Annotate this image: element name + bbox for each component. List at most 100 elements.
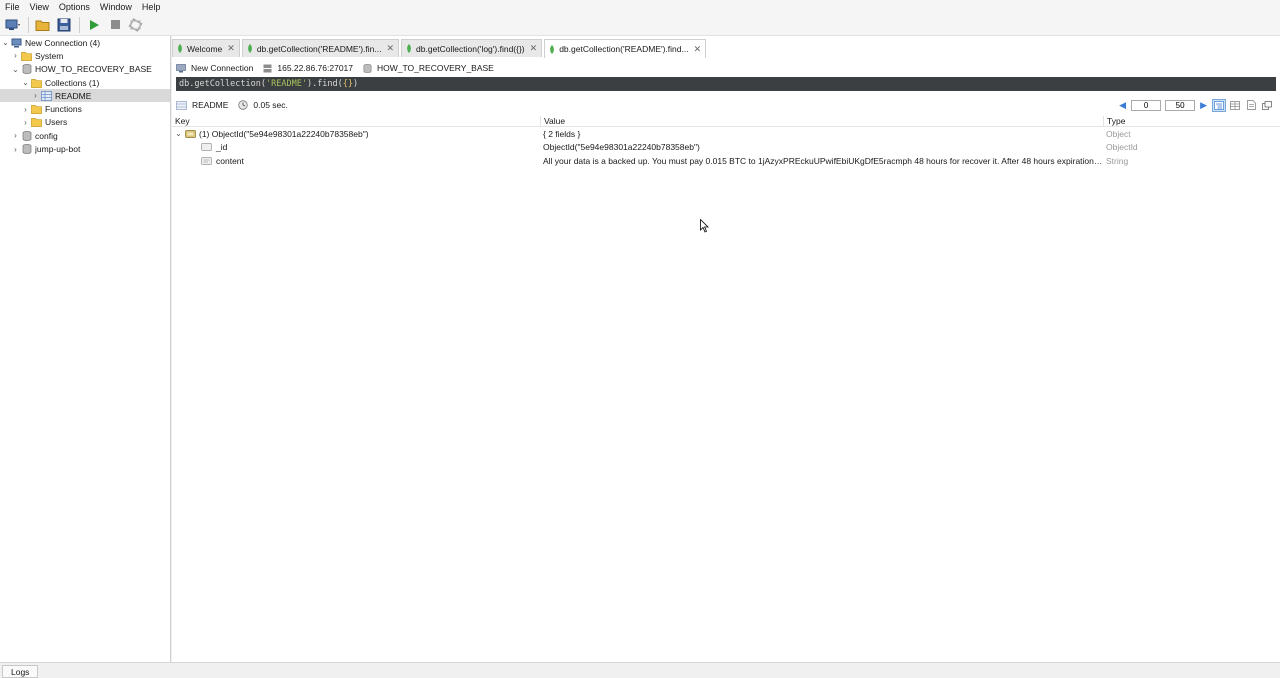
row-value: { 2 fields } — [543, 128, 581, 139]
expand-view-button[interactable] — [1260, 99, 1274, 112]
logs-tab[interactable]: Logs — [2, 665, 39, 678]
stop-icon — [110, 20, 120, 29]
collection-icon — [176, 100, 187, 110]
table-row[interactable]: _id ObjectId("5e94e98301a22240b78358eb")… — [172, 141, 1280, 155]
row-type: ObjectId — [1106, 142, 1138, 153]
stop-button[interactable] — [105, 15, 125, 35]
tree-item-collections[interactable]: ⌄ Collections (1) — [0, 76, 170, 89]
tab-welcome[interactable]: Welcome ✕ — [172, 39, 240, 57]
tab-readme-query-1[interactable]: db.getCollection('README').fin... ✕ — [241, 39, 400, 57]
clock-icon — [238, 100, 249, 110]
tree-item-label: jump-up-bot — [35, 144, 81, 155]
field-icon — [201, 143, 212, 152]
rotate-button[interactable] — [126, 15, 146, 35]
connection-tree: ⌄ New Connection (4) › System ⌄ HOW_TO_R… — [0, 36, 171, 662]
windows-icon — [1262, 100, 1272, 110]
toolbar-separator — [79, 16, 80, 33]
tree-item-new-connection[interactable]: ⌄ New Connection (4) — [0, 36, 170, 49]
leaf-icon — [550, 44, 555, 54]
close-icon[interactable]: ✕ — [694, 44, 702, 55]
connect-icon — [5, 19, 20, 30]
menu-help[interactable]: Help — [137, 2, 166, 12]
tree-item-label: README — [55, 90, 92, 101]
tree-item-jump-up-bot[interactable]: › jump-up-bot — [0, 142, 170, 155]
chevron-right-icon[interactable]: › — [21, 118, 30, 127]
tab-label: db.getCollection('README').find... — [559, 44, 689, 54]
chevron-right-icon[interactable]: › — [11, 131, 20, 140]
tree-item-label: HOW_TO_RECOVERY_BASE — [35, 64, 152, 75]
close-icon[interactable]: ✕ — [530, 43, 538, 54]
column-value[interactable]: Value — [541, 116, 1104, 126]
status-bar: Logs — [0, 662, 1280, 678]
text-view-button[interactable] — [1244, 99, 1258, 112]
menu-file[interactable]: File — [0, 2, 25, 12]
tree-view-button[interactable] — [1212, 98, 1226, 112]
tree-item-system[interactable]: › System — [0, 49, 170, 62]
row-value: ObjectId("5e94e98301a22240b78358eb") — [543, 142, 700, 153]
leaf-icon — [178, 44, 182, 53]
rotate-icon — [128, 17, 143, 32]
page-size-input[interactable] — [1165, 99, 1196, 111]
next-page-icon[interactable]: ▶ — [1200, 100, 1207, 111]
column-type[interactable]: Type — [1104, 116, 1280, 126]
column-key[interactable]: Key — [172, 116, 541, 126]
pagination: ◀ ▶ — [1116, 98, 1274, 112]
chevron-down-icon[interactable]: ⌄ — [21, 78, 30, 87]
page-from-input[interactable] — [1131, 99, 1162, 111]
chevron-down-icon[interactable]: ⌄ — [174, 129, 183, 138]
query-editor[interactable]: db.getCollection('README').find({}) — [176, 77, 1276, 91]
folder-icon — [21, 52, 32, 61]
connection-info-bar: New Connection 165.22.86.76:27017 HOW_TO… — [172, 61, 1280, 75]
prev-page-icon[interactable]: ◀ — [1119, 100, 1126, 111]
server-icon — [263, 64, 272, 72]
tab-label: db.getCollection('log').find({}) — [416, 43, 525, 54]
chevron-right-icon[interactable]: › — [11, 145, 20, 154]
tab-log-query[interactable]: db.getCollection('log').find({}) ✕ — [401, 39, 543, 57]
chevron-down-icon[interactable]: ⌄ — [1, 38, 10, 47]
tree-item-how-to-recovery-base[interactable]: ⌄ HOW_TO_RECOVERY_BASE — [0, 63, 170, 76]
row-type: Object — [1106, 128, 1131, 139]
open-button[interactable] — [33, 15, 53, 35]
tab-label: Welcome — [187, 43, 223, 54]
tree-item-readme[interactable]: › README — [0, 89, 170, 103]
database-icon — [22, 130, 31, 141]
connection-database: HOW_TO_RECOVERY_BASE — [363, 63, 494, 73]
row-key: _id — [216, 142, 228, 153]
tab-readme-query-2[interactable]: db.getCollection('README').find... ✕ — [544, 39, 707, 58]
table-row[interactable]: content All your data is a backed up. Yo… — [172, 154, 1280, 168]
save-button[interactable] — [54, 15, 74, 35]
text-view-icon — [1246, 100, 1256, 110]
menu-window[interactable]: Window — [95, 2, 137, 12]
tree-item-functions[interactable]: › Functions — [0, 102, 170, 115]
connect-button[interactable] — [3, 15, 23, 35]
connection-host: 165.22.86.76:27017 — [263, 63, 353, 73]
menu-options[interactable]: Options — [54, 2, 95, 12]
toolbar — [0, 14, 1280, 36]
table-view-button[interactable] — [1228, 99, 1242, 112]
result-time: 0.05 sec. — [238, 100, 288, 110]
close-icon[interactable]: ✕ — [386, 43, 394, 54]
tree-view-icon — [1214, 100, 1224, 110]
row-key: content — [216, 155, 244, 166]
database-icon — [22, 144, 31, 154]
grid-header: Key Value Type — [172, 116, 1280, 127]
save-icon — [57, 18, 71, 31]
execute-button[interactable] — [84, 15, 104, 35]
tree-item-users[interactable]: › Users — [0, 116, 170, 129]
chevron-right-icon[interactable]: › — [21, 105, 30, 114]
main-panel: Welcome ✕ db.getCollection('README').fin… — [172, 36, 1280, 662]
folder-open-icon — [35, 20, 50, 31]
tab-bar: Welcome ✕ db.getCollection('README').fin… — [172, 39, 708, 58]
database-icon — [22, 64, 31, 75]
play-icon — [90, 19, 99, 30]
menu-view[interactable]: View — [25, 2, 54, 12]
close-icon[interactable]: ✕ — [227, 43, 235, 54]
chevron-right-icon[interactable]: › — [11, 51, 20, 60]
tree-item-label: Collections (1) — [45, 77, 100, 88]
field-icon — [201, 156, 212, 165]
tree-item-config[interactable]: › config — [0, 129, 170, 142]
table-row[interactable]: ⌄ (1) ObjectId("5e94e98301a22240b78358eb… — [172, 127, 1280, 141]
tree-item-label: System — [35, 50, 64, 61]
chevron-right-icon[interactable]: › — [31, 91, 40, 100]
chevron-down-icon[interactable]: ⌄ — [11, 65, 20, 74]
